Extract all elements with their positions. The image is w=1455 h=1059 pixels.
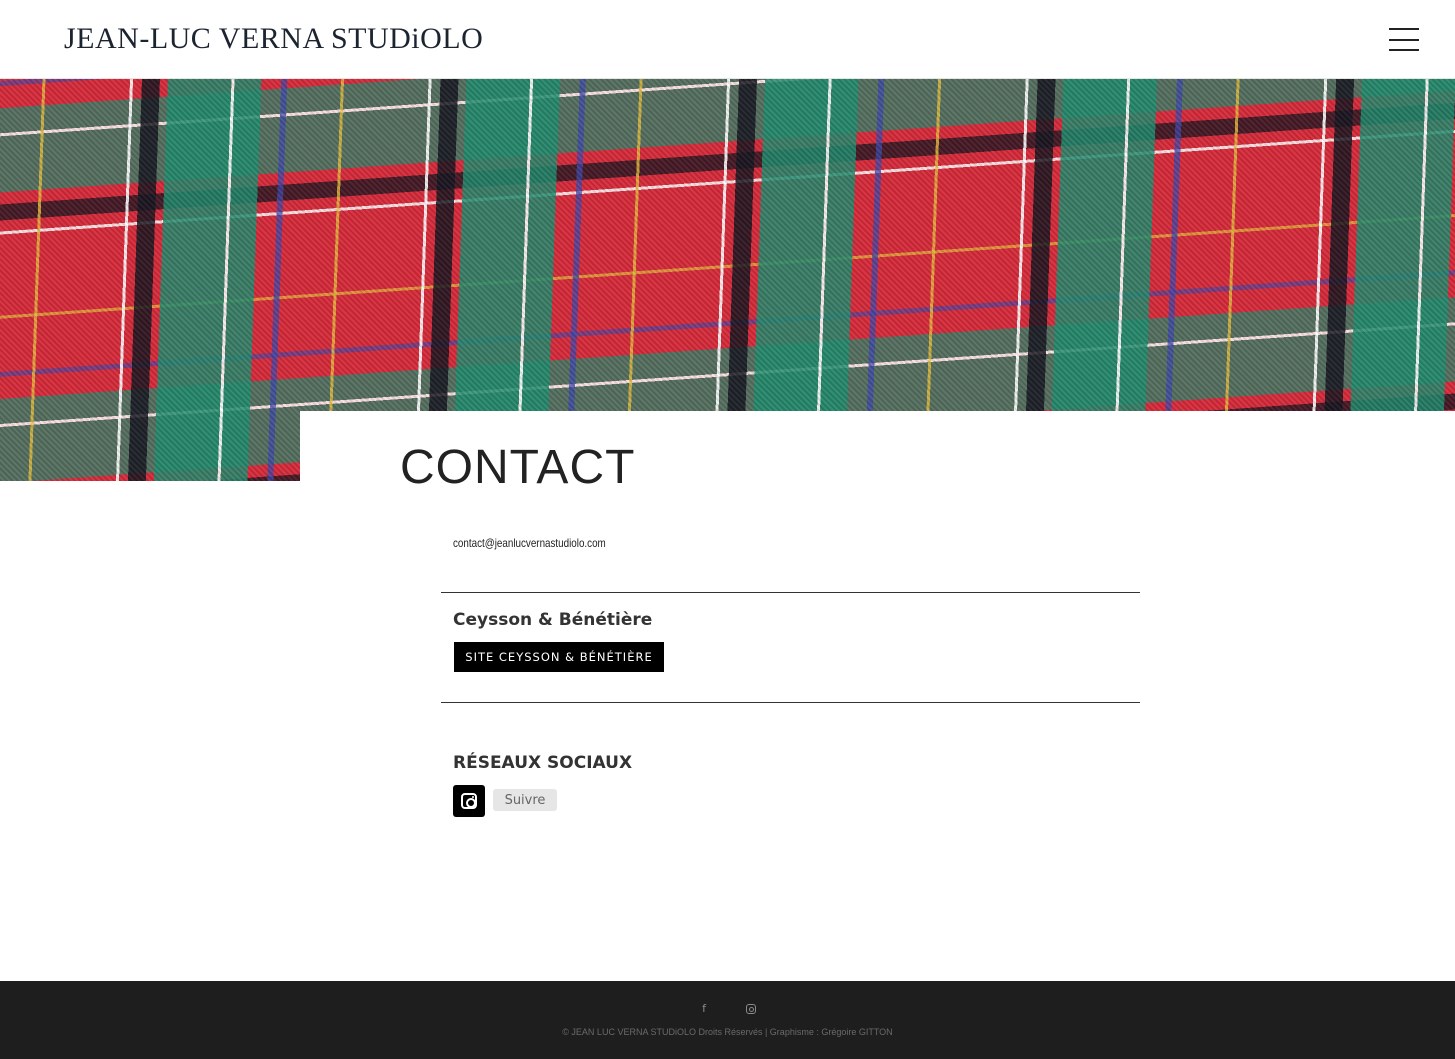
- hamburger-menu-icon[interactable]: [1389, 28, 1419, 52]
- site-header: JEAN-LUC VERNA STUDiOLO: [0, 0, 1455, 79]
- content-panel: [300, 411, 1455, 981]
- divider: [441, 702, 1140, 703]
- gallery-site-button[interactable]: SITE CEYSSON & BÉNÉTIÈRE: [454, 642, 664, 672]
- gallery-heading: Ceysson & Bénétière: [453, 610, 653, 630]
- instagram-icon[interactable]: [743, 1001, 759, 1017]
- social-heading: RÉSEAUX SOCIAUX: [453, 753, 633, 773]
- site-footer: f: [0, 981, 1455, 1059]
- email-link[interactable]: contact@jeanlucvernastudiolo.com: [453, 536, 606, 550]
- divider: [441, 592, 1140, 593]
- facebook-icon[interactable]: f: [696, 1001, 712, 1017]
- site-logo[interactable]: JEAN-LUC VERNA STUDiOLO: [64, 22, 483, 56]
- page-title: CONTACT: [400, 441, 636, 494]
- follow-button[interactable]: Suivre: [493, 789, 557, 811]
- copyright-text: © JEAN LUC VERNA STUDiOLO Droits Réservé…: [562, 1027, 893, 1037]
- instagram-icon[interactable]: [453, 785, 485, 817]
